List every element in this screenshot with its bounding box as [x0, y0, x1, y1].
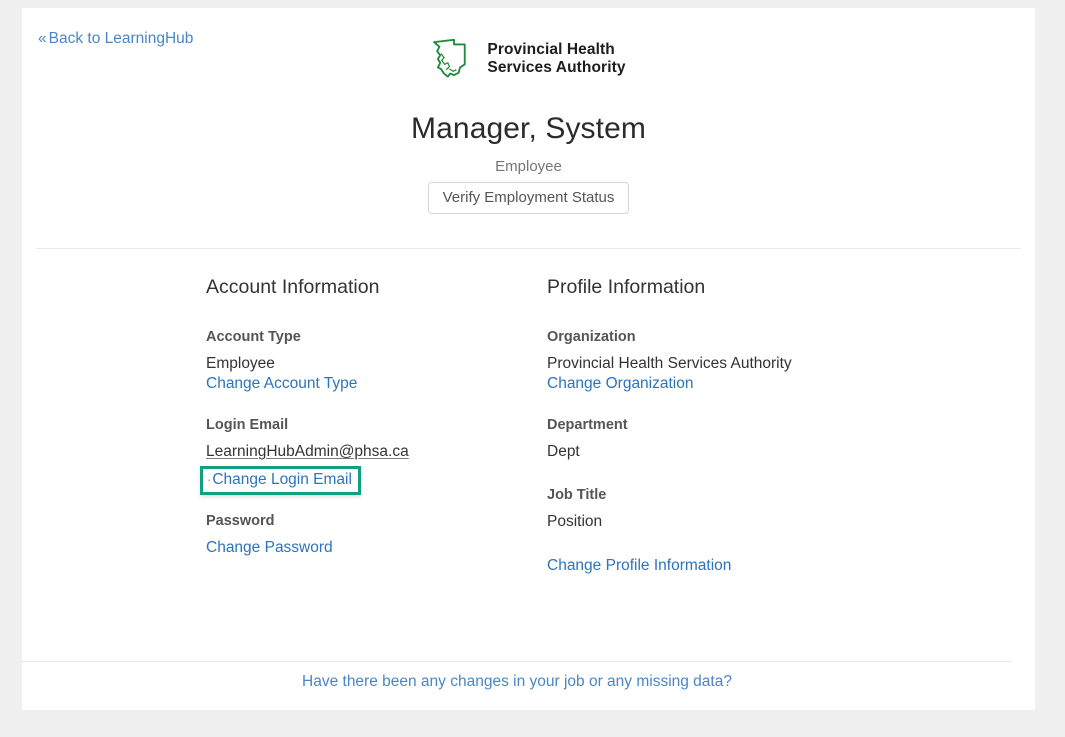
change-login-email-link[interactable]: Change Login Email	[212, 471, 352, 489]
account-type-subtitle: Employee	[495, 158, 562, 175]
change-profile-information-link[interactable]: Change Profile Information	[547, 557, 731, 575]
logo-line-1: Provincial Health	[487, 41, 615, 59]
footer-container: Have there been any changes in your job …	[22, 673, 1012, 691]
account-information-heading: Account Information	[206, 276, 380, 298]
change-account-type-link[interactable]: Change Account Type	[206, 375, 357, 393]
divider-bottom	[22, 661, 1012, 662]
divider-top	[36, 248, 1021, 249]
change-login-email-highlight: ·Change Login Email	[200, 466, 361, 495]
account-type-label: Account Type	[206, 329, 301, 345]
department-label: Department	[547, 417, 628, 433]
login-email-value: LearningHubAdmin@phsa.ca	[206, 443, 409, 460]
phsa-logo: Provincial Health Services Authority	[22, 36, 1035, 82]
organization-value: Provincial Health Services Authority	[547, 355, 792, 372]
login-email-label: Login Email	[206, 417, 289, 433]
job-title-value: Position	[547, 513, 603, 530]
account-type-value: Employee	[206, 355, 275, 372]
profile-information-heading: Profile Information	[547, 276, 706, 298]
department-value: Dept	[547, 443, 580, 460]
profile-page-card: «Back to LearningHub Provincial Health S…	[22, 8, 1035, 710]
organization-label: Organization	[547, 329, 636, 345]
bullet-marker-icon: ·	[207, 472, 212, 487]
job-changes-question-link[interactable]: Have there been any changes in your job …	[302, 673, 732, 690]
job-title-label: Job Title	[547, 487, 607, 503]
profile-information-column: Profile Information Organization Provinc…	[547, 276, 907, 575]
page-title-user-name: Manager, System	[411, 112, 646, 145]
phsa-wordmark: Provincial Health Services Authority	[487, 41, 625, 77]
change-password-link[interactable]: Change Password	[206, 539, 333, 557]
change-organization-link[interactable]: Change Organization	[547, 375, 694, 393]
verify-employment-status-button[interactable]: Verify Employment Status	[427, 182, 630, 214]
password-label: Password	[206, 513, 275, 529]
bc-map-outline-icon	[433, 38, 467, 78]
logo-line-2: Services Authority	[487, 59, 626, 76]
verify-button-container: Verify Employment Status	[22, 182, 1035, 214]
account-information-column: Account Information Account Type Employe…	[200, 276, 506, 557]
